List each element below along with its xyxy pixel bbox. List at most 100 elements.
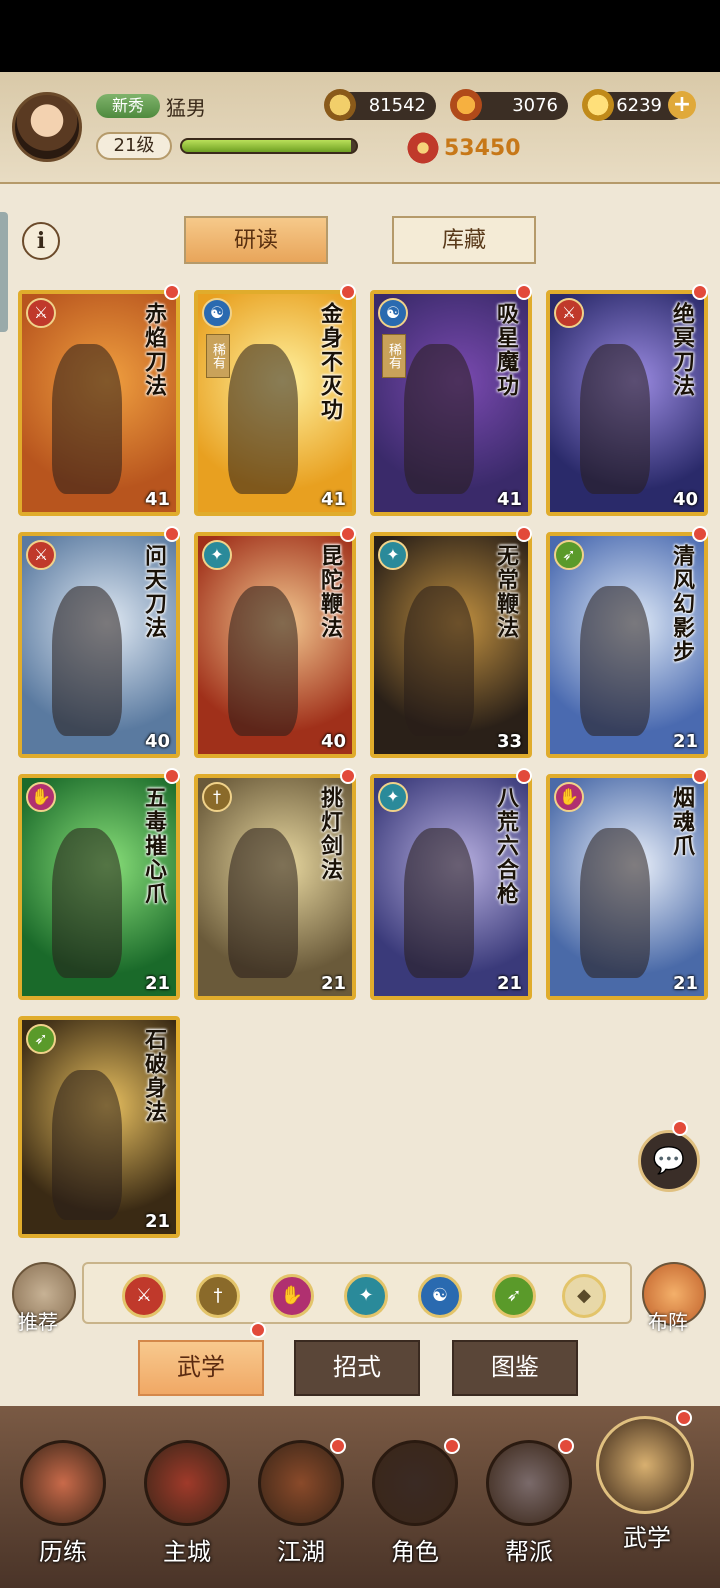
nav-item[interactable]: 帮派 [476, 1440, 576, 1580]
step-icon: ➶ [26, 1024, 56, 1054]
filter-claw-icon[interactable]: ✋ [270, 1274, 314, 1318]
skill-card-name: 烟魂爪 [669, 786, 695, 858]
chat-bubble-icon: 💬 [652, 1146, 686, 1176]
skill-card-name: 金身不灭功 [317, 302, 343, 422]
status-bar [0, 0, 720, 72]
skill-card-level: 41 [144, 489, 170, 510]
skill-card-name: 清风幻影步 [669, 544, 695, 664]
card-notification-dot [692, 284, 708, 300]
skill-card[interactable]: ✦ 八荒六合枪 21 [370, 774, 532, 1000]
filter-fan-icon[interactable]: ✦ [344, 1274, 388, 1318]
nav-item[interactable]: 武学 [594, 1416, 694, 1556]
blade-icon: ⚔ [26, 298, 56, 328]
card-notification-dot [516, 768, 532, 784]
skill-filter-bar: ⚔ † ✋ ✦ ☯ ➶ ◆ [82, 1262, 632, 1324]
subtab-martial[interactable]: 武学 [138, 1340, 264, 1396]
blade-icon: ⚔ [554, 298, 584, 328]
info-button[interactable]: i [22, 222, 60, 260]
skill-card-level: 33 [496, 731, 522, 752]
skill-card[interactable]: ✋ 烟魂爪 21 [546, 774, 708, 1000]
player-name: 猛男 [166, 96, 206, 120]
skill-card[interactable]: † 挑灯剑法 21 [194, 774, 356, 1000]
character-figure [52, 828, 122, 978]
nav-icon [596, 1416, 694, 1514]
character-figure [228, 344, 298, 494]
skill-card[interactable]: ⚔ 问天刀法 40 [18, 532, 180, 758]
skill-card[interactable]: ☯ 吸星魔功 稀有 41 [370, 290, 532, 516]
skill-card-level: 21 [672, 731, 698, 752]
combat-power-icon [406, 130, 440, 170]
skill-card[interactable]: ✦ 昆陀鞭法 40 [194, 532, 356, 758]
card-notification-dot [340, 768, 356, 784]
recommend-label: 推荐 [18, 1310, 58, 1334]
add-gold-button[interactable]: + [668, 91, 696, 119]
filter-other-icon[interactable]: ◆ [562, 1274, 606, 1318]
filter-step-icon[interactable]: ➶ [492, 1274, 536, 1318]
side-scrollbar[interactable] [0, 212, 8, 332]
tab-study[interactable]: 研读 [184, 216, 328, 264]
skill-card[interactable]: ☯ 金身不灭功 稀有 41 [194, 290, 356, 516]
nav-label: 江湖 [277, 1538, 325, 1566]
nav-item[interactable]: 江湖 [248, 1440, 348, 1580]
sword-icon: † [202, 782, 232, 812]
tab-collection[interactable]: 库藏 [392, 216, 536, 264]
skill-card-level: 41 [496, 489, 522, 510]
fan-icon: ✦ [378, 540, 408, 570]
gold-ingot-icon [582, 89, 614, 121]
nav-icon [20, 1440, 106, 1526]
skill-card-name: 问天刀法 [141, 544, 167, 640]
claw-icon: ✋ [554, 782, 584, 812]
nav-item[interactable]: 历练 [10, 1440, 110, 1580]
skill-card-level: 21 [320, 973, 346, 994]
taiji-icon: ☯ [378, 298, 408, 328]
subtab-catalog[interactable]: 图鉴 [452, 1340, 578, 1396]
card-notification-dot [516, 526, 532, 542]
formation-label: 布阵 [648, 1310, 688, 1334]
subtab-moves[interactable]: 招式 [294, 1340, 420, 1396]
filter-sword-icon[interactable]: † [196, 1274, 240, 1318]
skill-card[interactable]: ✋ 五毒摧心爪 21 [18, 774, 180, 1000]
rarity-tag: 稀有 [382, 334, 406, 378]
character-figure [228, 586, 298, 736]
card-notification-dot [164, 768, 180, 784]
skill-card-name: 石破身法 [141, 1028, 167, 1124]
character-figure [52, 1070, 122, 1220]
skill-card-level: 21 [144, 973, 170, 994]
skill-card-level: 21 [496, 973, 522, 994]
skill-card-name: 八荒六合枪 [493, 786, 519, 906]
card-notification-dot [692, 768, 708, 784]
skill-card-name: 无常鞭法 [493, 544, 519, 640]
skill-card[interactable]: ➶ 石破身法 21 [18, 1016, 180, 1238]
nav-item[interactable]: 主城 [134, 1440, 234, 1580]
skill-card[interactable]: ✦ 无常鞭法 33 [370, 532, 532, 758]
coin-counter[interactable]: 81542 [324, 89, 436, 121]
flame-icon [450, 89, 482, 121]
skill-card[interactable]: ⚔ 绝冥刀法 40 [546, 290, 708, 516]
nav-notification-dot [676, 1410, 692, 1426]
chat-button[interactable]: 💬 [638, 1130, 700, 1192]
character-figure [404, 344, 474, 494]
skill-card-level: 21 [144, 1211, 170, 1232]
stamina-counter[interactable]: 3076 [450, 89, 568, 121]
nav-label: 角色 [391, 1538, 439, 1566]
character-figure [52, 344, 122, 494]
filter-blade-icon[interactable]: ⚔ [122, 1274, 166, 1318]
filter-taiji-icon[interactable]: ☯ [418, 1274, 462, 1318]
coin-icon [324, 89, 356, 121]
gold-counter[interactable]: 6239 + [582, 89, 696, 121]
player-avatar[interactable] [12, 92, 82, 162]
rank-badge: 新秀 [96, 94, 160, 118]
rarity-tag: 稀有 [206, 334, 230, 378]
nav-label: 帮派 [505, 1538, 553, 1566]
skill-card[interactable]: ➶ 清风幻影步 21 [546, 532, 708, 758]
skill-card[interactable]: ⚔ 赤焰刀法 41 [18, 290, 180, 516]
card-notification-dot [164, 526, 180, 542]
nav-notification-dot [444, 1438, 460, 1454]
card-notification-dot [516, 284, 532, 300]
nav-item[interactable]: 角色 [362, 1440, 462, 1580]
skill-card-level: 40 [144, 731, 170, 752]
skill-card-name: 绝冥刀法 [669, 302, 695, 398]
character-figure [580, 586, 650, 736]
nav-icon [144, 1440, 230, 1526]
claw-icon: ✋ [26, 782, 56, 812]
